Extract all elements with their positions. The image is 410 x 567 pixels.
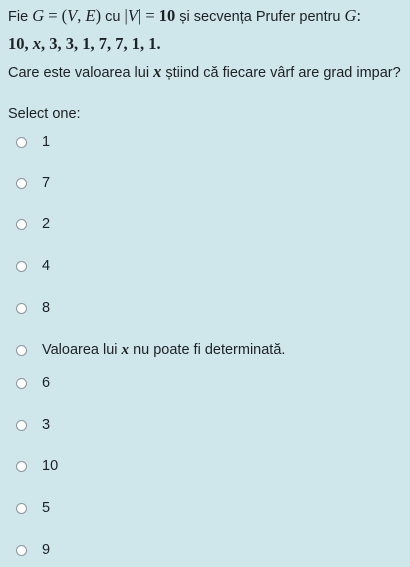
option-label[interactable]: 7	[42, 175, 50, 191]
option-label-suffix: nu poate fi determinată.	[133, 341, 286, 358]
option-9[interactable]: 9	[16, 539, 50, 561]
radio-button[interactable]	[16, 419, 27, 431]
question-condition-text: știind că fiecare vârf are grad impar?	[165, 65, 401, 81]
option-label-prefix: Valoarea lui	[42, 341, 118, 358]
option-label[interactable]: 4	[42, 258, 50, 274]
math-var-x: x	[153, 62, 162, 81]
option-label-var: x	[121, 341, 130, 358]
radio-button[interactable]	[16, 460, 27, 472]
option-7[interactable]: 7	[16, 172, 50, 194]
radio-button[interactable]	[16, 377, 27, 389]
radio-button[interactable]	[16, 302, 27, 314]
radio-button[interactable]	[16, 260, 27, 272]
question-fie: Fie	[8, 9, 29, 25]
option-label[interactable]: 6	[42, 375, 50, 391]
option-5[interactable]: 5	[16, 497, 50, 519]
radio-button[interactable]	[16, 344, 27, 356]
option-label[interactable]: 9	[42, 542, 50, 558]
option-undetermined[interactable]: Valoarea lui x nu poate fi determinată.	[16, 339, 285, 361]
radio-button[interactable]	[16, 218, 27, 230]
question-line-1: Fie G = (V, E) cu |V| = 10 și secvența P…	[8, 6, 361, 26]
option-label[interactable]: 3	[42, 417, 50, 433]
option-label[interactable]: 1	[42, 134, 50, 150]
option-1[interactable]: 1	[16, 131, 50, 153]
radio-button[interactable]	[16, 544, 27, 556]
option-label[interactable]: 10	[42, 458, 58, 474]
option-2[interactable]: 2	[16, 213, 50, 235]
radio-button[interactable]	[16, 502, 27, 514]
option-label[interactable]: 8	[42, 300, 50, 316]
radio-button[interactable]	[16, 177, 27, 189]
option-4[interactable]: 4	[16, 255, 50, 277]
question-cu: cu	[105, 9, 121, 25]
select-prompt: Select one:	[8, 106, 81, 122]
question-value-text: Care este valoarea lui	[8, 65, 150, 81]
math-graph-ref: G:	[344, 6, 362, 25]
math-graph-def: G = (V, E)	[32, 6, 102, 25]
option-label[interactable]: 5	[42, 500, 50, 516]
math-vertex-count: |V| = 10	[124, 6, 176, 25]
option-10[interactable]: 10	[16, 455, 58, 477]
option-label[interactable]: 2	[42, 216, 50, 232]
radio-button[interactable]	[16, 136, 27, 148]
question-prufer-text: și secvența Prufer pentru	[179, 9, 341, 25]
prufer-sequence: 10, x, 3, 3, 1, 7, 7, 1, 1.	[8, 34, 161, 53]
option-8[interactable]: 8	[16, 297, 50, 319]
option-3[interactable]: 3	[16, 414, 50, 436]
option-6[interactable]: 6	[16, 372, 50, 394]
option-label[interactable]: Valoarea lui x nu poate fi determinată.	[42, 342, 285, 359]
question-line-3: Care este valoarea lui x știind că fieca…	[8, 62, 401, 82]
